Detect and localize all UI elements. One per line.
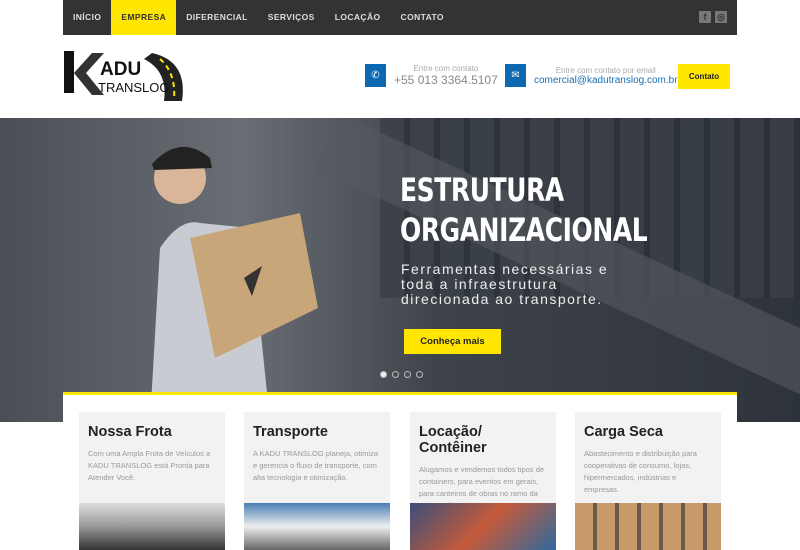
warehouse-image (575, 503, 721, 550)
service-card-transporte[interactable]: Transporte A KADU TRANSLOG planeja, otim… (244, 412, 390, 550)
envelope-icon: ✉ (505, 64, 526, 87)
phone-icon: ✆ (365, 64, 386, 87)
phone-number[interactable]: +55 013 3364.5107 (394, 73, 498, 87)
nav-contato[interactable]: CONTATO (391, 0, 454, 35)
nav-diferencial[interactable]: DIFERENCIAL (176, 0, 258, 35)
service-card-frota[interactable]: Nossa Frota Com uma Ampla Frota de Veícu… (79, 412, 225, 550)
card-text: Abastecimento e distribuição para cooper… (584, 449, 697, 494)
card-text: Com uma Ampla Frota de Veículos a KADU T… (88, 449, 211, 482)
slide-dot[interactable] (380, 371, 387, 378)
facebook-icon[interactable]: f (699, 11, 711, 23)
card-title: Nossa Frota (88, 424, 172, 440)
top-nav: INÍCIO EMPRESA DIFERENCIAL SERVIÇOS LOCA… (63, 0, 737, 35)
card-title: Locação/ Contêiner (419, 424, 487, 456)
email-contact: ✉ Entre com contato por email comercial@… (505, 64, 678, 87)
phone-label: Entre com contato (413, 64, 479, 73)
instagram-icon[interactable]: ◎ (715, 11, 727, 23)
email-label: Entre com contato por email (555, 65, 656, 75)
learn-more-button[interactable]: Conheça mais (404, 329, 501, 354)
containers-image (410, 503, 556, 550)
nav-locacao[interactable]: LOCAÇÃO (325, 0, 391, 35)
truck-image (79, 503, 225, 550)
slide-dot[interactable] (392, 371, 399, 378)
card-title: Transporte (253, 424, 328, 440)
slide-dot[interactable] (404, 371, 411, 378)
slider-dots (380, 371, 423, 378)
service-card-conteiner[interactable]: Locação/ Contêiner Alugamos e vendemos t… (410, 412, 556, 550)
social-links: f ◎ (699, 11, 727, 23)
card-title: Carga Seca (584, 424, 663, 440)
truck-image (244, 503, 390, 550)
slide-dot[interactable] (416, 371, 423, 378)
logo-text-top: ADU (100, 59, 141, 80)
hero-title-line2: ORGANIZACIONAL (400, 211, 648, 249)
logo-text-bottom: TRANSLOG (98, 80, 170, 95)
logo[interactable]: ADU TRANSLOG (64, 51, 188, 101)
phone-contact: ✆ Entre com contato +55 013 3364.5107 (365, 64, 498, 87)
hero-title-line1: ESTRUTURA (400, 171, 564, 209)
nav-servicos[interactable]: SERVIÇOS (258, 0, 325, 35)
hero-title: ESTRUTURA ORGANIZACIONAL (400, 170, 648, 250)
hero-subtitle: Ferramentas necessárias e toda a infraes… (401, 261, 609, 307)
card-text: A KADU TRANSLOG planeja, otimiza e geren… (253, 449, 378, 482)
contact-button[interactable]: Contato (678, 64, 730, 89)
nav-empresa[interactable]: EMPRESA (111, 0, 177, 35)
worker-with-box-image (150, 146, 318, 422)
email-link[interactable]: comercial@kadutranslog.com.br (534, 75, 678, 86)
nav-inicio[interactable]: INÍCIO (63, 0, 111, 35)
service-card-carga-seca[interactable]: Carga Seca Abastecimento e distribuição … (575, 412, 721, 550)
